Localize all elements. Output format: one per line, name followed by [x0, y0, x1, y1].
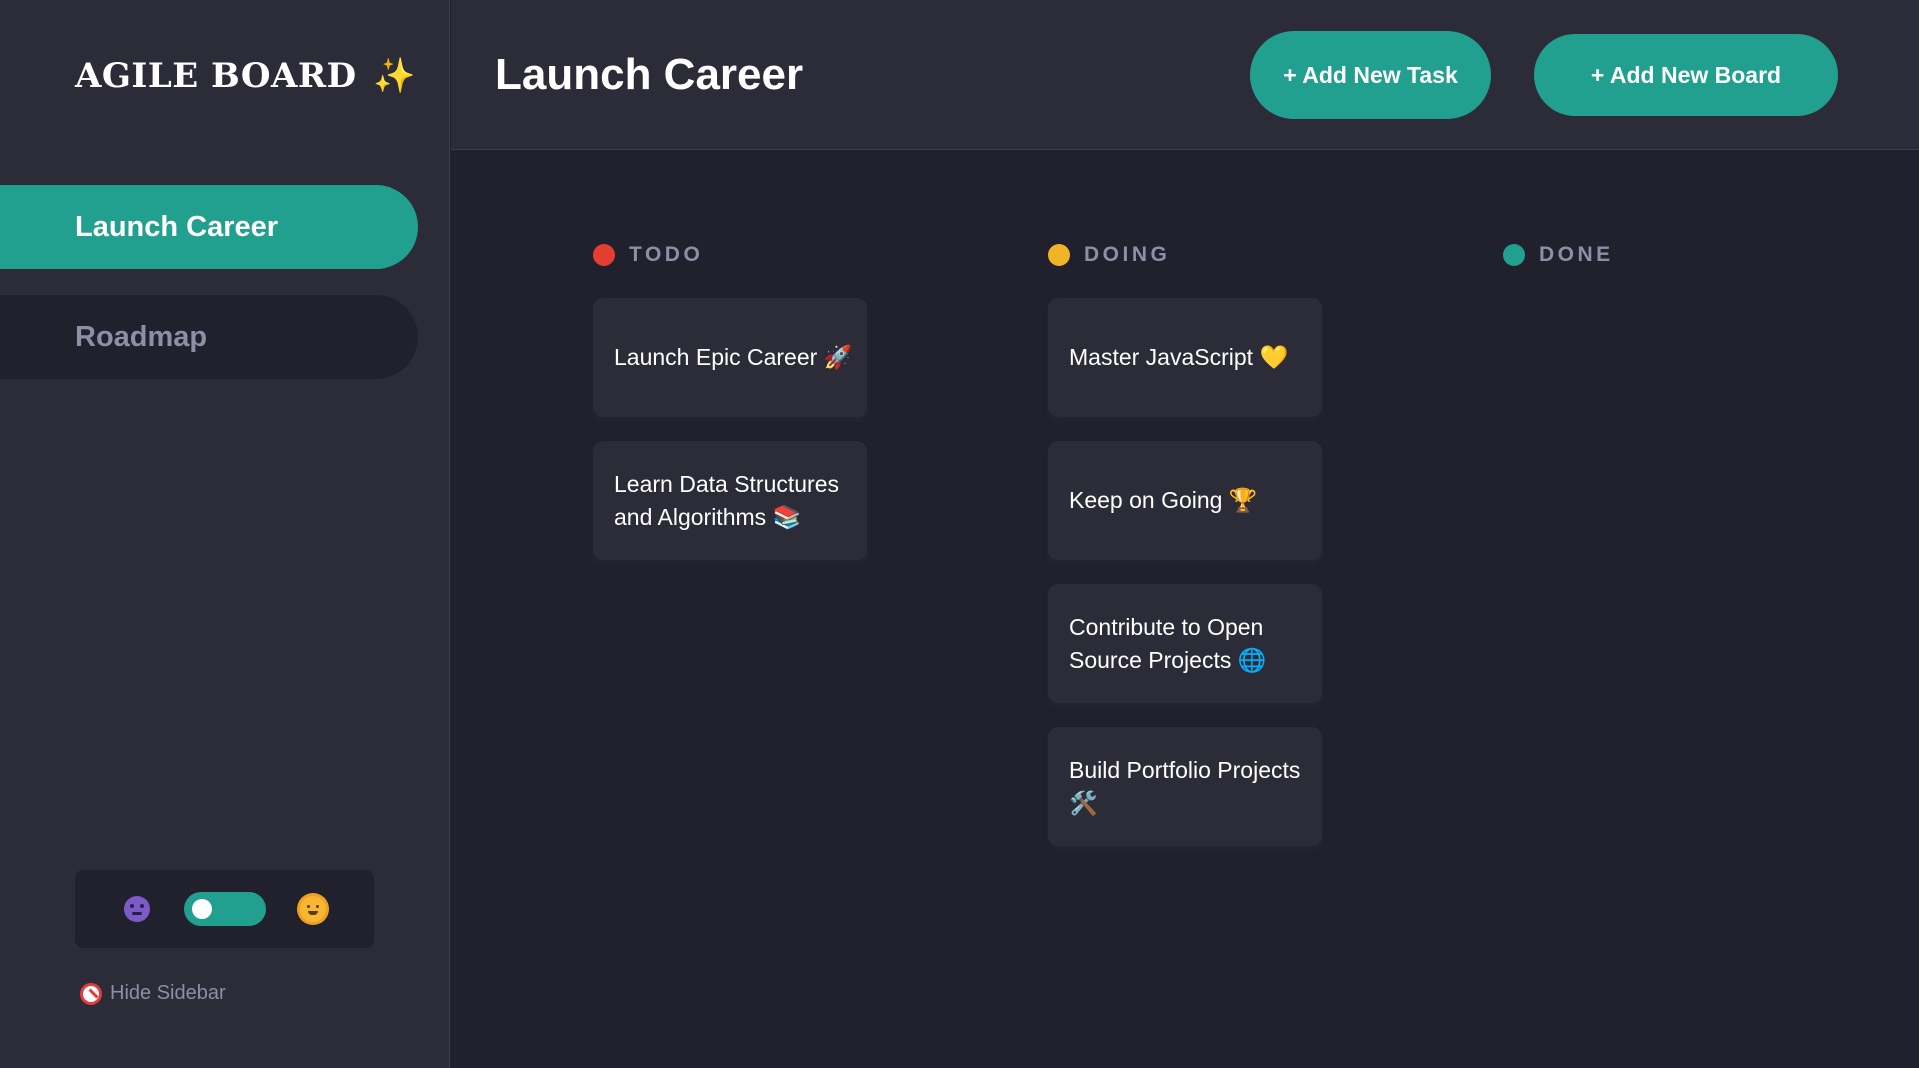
sun-face-icon — [299, 896, 326, 922]
moon-face-icon — [123, 896, 150, 922]
task-title: Learn Data Structures and Algorithms 📚 — [614, 470, 840, 530]
app-logo: AGILE BOARD ✨ — [75, 56, 416, 96]
task-title: Build Portfolio Projects 🛠️ — [1069, 756, 1301, 816]
task-card[interactable]: Master JavaScript 💛 — [1048, 298, 1322, 417]
done-status-dot — [1503, 244, 1525, 266]
theme-toggle-panel — [75, 870, 374, 948]
no-entry-icon — [80, 982, 102, 1005]
task-title: Keep on Going 🏆 — [1069, 487, 1258, 513]
task-card[interactable]: Contribute to Open Source Projects 🌐 — [1048, 584, 1322, 703]
hide-sidebar-button[interactable]: Hide Sidebar — [80, 982, 226, 1005]
column-header: DOING — [1048, 240, 1328, 270]
task-title: Launch Epic Career 🚀 — [614, 344, 853, 370]
task-card[interactable]: Launch Epic Career 🚀 — [593, 298, 867, 417]
sidebar-item-label: Roadmap — [75, 320, 208, 353]
task-card[interactable]: Keep on Going 🏆 — [1048, 441, 1322, 560]
todo-status-dot — [593, 244, 615, 266]
column-header: DONE — [1503, 240, 1783, 270]
task-title: Master JavaScript 💛 — [1069, 344, 1289, 370]
column-title: DONE — [1539, 243, 1614, 266]
column-todo: TODO Launch Epic Career 🚀 Learn Data Str… — [593, 240, 873, 560]
column-title: DOING — [1084, 243, 1171, 266]
column-doing: DOING Master JavaScript 💛 Keep on Going … — [1048, 240, 1328, 846]
task-card[interactable]: Learn Data Structures and Algorithms 📚 — [593, 441, 867, 560]
add-new-board-button[interactable]: + Add New Board — [1534, 34, 1838, 116]
sidebar: AGILE BOARD ✨ Launch Career Roadmap Hide… — [0, 0, 450, 1068]
hide-sidebar-label: Hide Sidebar — [110, 982, 226, 1004]
theme-toggle-switch[interactable] — [183, 892, 266, 926]
sparkles-icon: ✨ — [372, 56, 416, 96]
column-done: DONE — [1503, 240, 1783, 270]
doing-status-dot — [1048, 244, 1070, 266]
add-new-task-button[interactable]: + Add New Task — [1250, 31, 1491, 119]
sidebar-item-label: Launch Career — [75, 210, 279, 243]
toggle-knob — [191, 899, 212, 919]
logo-text: AGILE BOARD — [75, 56, 357, 96]
column-title: TODO — [629, 243, 704, 266]
column-header: TODO — [593, 240, 873, 270]
task-title: Contribute to Open Source Projects 🌐 — [1069, 613, 1267, 673]
sidebar-item-roadmap[interactable]: Roadmap — [0, 295, 418, 379]
top-header: Launch Career + Add New Task + Add New B… — [451, 0, 1919, 150]
task-card[interactable]: Build Portfolio Projects 🛠️ — [1048, 727, 1322, 846]
page-title: Launch Career — [495, 50, 804, 99]
sidebar-item-launch-career[interactable]: Launch Career — [0, 185, 418, 269]
